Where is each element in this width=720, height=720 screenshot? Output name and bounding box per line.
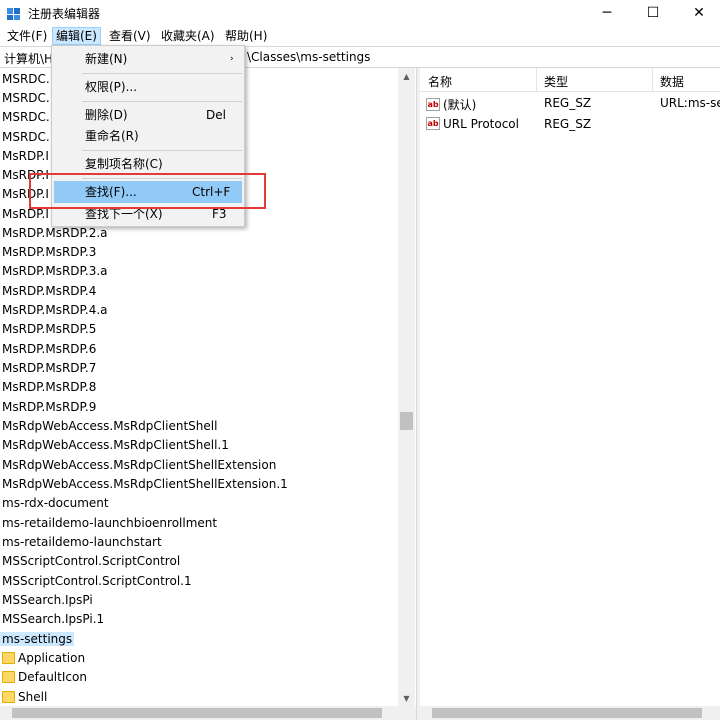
- tree-item[interactable]: MsRDP.MsRDP.7: [0, 359, 98, 378]
- value-name: URL Protocol: [443, 117, 519, 131]
- scroll-up-icon[interactable]: ▲: [398, 68, 415, 85]
- scroll-thumb[interactable]: [12, 708, 382, 718]
- tree-item[interactable]: MSRDC.: [0, 89, 52, 108]
- tree-item[interactable]: MsRdpWebAccess.MsRdpClientShellExtension…: [0, 475, 290, 494]
- string-value-icon: ab: [426, 98, 440, 111]
- value-row[interactable]: ab URL Protocol REG_SZ: [420, 114, 720, 134]
- menu-item-delete[interactable]: 删除(D) Del: [54, 104, 242, 126]
- folder-icon: [2, 651, 15, 664]
- column-name[interactable]: 名称: [428, 73, 452, 90]
- tree-item[interactable]: MsRDP.MsRDP.3.a: [0, 262, 110, 281]
- tree-item[interactable]: MSRDC.: [0, 70, 52, 89]
- submenu-arrow-icon: ›: [230, 54, 234, 64]
- scroll-thumb[interactable]: [432, 708, 702, 718]
- tree-item[interactable]: MsRDP.MsRDP.4: [0, 282, 98, 301]
- menu-edit[interactable]: 编辑(E): [52, 27, 101, 45]
- value-row[interactable]: ab (默认) REG_SZ URL:ms-se: [420, 93, 720, 113]
- tree-item[interactable]: ms-retaildemo-launchstart: [0, 533, 164, 552]
- tree-item[interactable]: MsRDP.MsRDP.5: [0, 320, 98, 339]
- tree-vertical-scrollbar[interactable]: ▲ ▼: [398, 68, 415, 720]
- tree-item[interactable]: ms-retaildemo-launchbioenrollment: [0, 514, 219, 533]
- scroll-down-icon[interactable]: ▼: [398, 690, 415, 707]
- menu-item-new[interactable]: 新建(N) ›: [54, 48, 242, 70]
- menu-favorites[interactable]: 收藏夹(A): [158, 27, 218, 45]
- tree-item[interactable]: MSRDC.: [0, 128, 52, 147]
- string-value-icon: ab: [426, 117, 440, 130]
- menu-separator: [82, 101, 242, 102]
- column-divider[interactable]: [652, 68, 653, 92]
- value-list[interactable]: 名称 类型 数据 ab (默认) REG_SZ URL:ms-se ab URL P…: [420, 68, 720, 720]
- column-type[interactable]: 类型: [544, 73, 568, 90]
- tree-item[interactable]: MsRDP.MsRDP.6: [0, 340, 98, 359]
- tree-child-defaulticon[interactable]: DefaultIcon: [2, 668, 87, 687]
- tree-horizontal-scrollbar[interactable]: [0, 706, 416, 720]
- minimize-button[interactable]: ─: [584, 0, 630, 26]
- tree-child-application[interactable]: Application: [2, 649, 85, 668]
- list-header: 名称 类型 数据: [420, 68, 720, 92]
- menu-item-copy-key-name[interactable]: 复制项名称(C): [54, 153, 242, 175]
- tree-item[interactable]: MSRDC.: [0, 108, 52, 127]
- menu-separator: [82, 73, 242, 74]
- menu-view[interactable]: 查看(V): [106, 27, 154, 45]
- tree-item[interactable]: MSSearch.IpsPi: [0, 591, 95, 610]
- address-path-end: \Classes\ms-settings: [247, 50, 371, 64]
- tree-item[interactable]: ms-rdx-document: [0, 494, 111, 513]
- title-bar: 注册表编辑器 ─ ☐ ✕: [0, 0, 720, 26]
- regedit-icon: [7, 8, 20, 20]
- tree-item[interactable]: MsRdpWebAccess.MsRdpClientShell: [0, 417, 219, 436]
- tree-item[interactable]: MsRDP.MsRDP.9: [0, 398, 98, 417]
- tree-item[interactable]: MsRDP.MsRDP.4.a: [0, 301, 110, 320]
- column-data[interactable]: 数据: [660, 73, 684, 90]
- tree-child-shell[interactable]: Shell: [2, 688, 47, 707]
- menu-file[interactable]: 文件(F): [4, 27, 50, 45]
- address-path-start: 计算机\H: [4, 52, 54, 66]
- tree-item[interactable]: MSScriptControl.ScriptControl.1: [0, 572, 194, 591]
- scroll-thumb[interactable]: [400, 412, 413, 430]
- menu-separator: [82, 150, 242, 151]
- list-horizontal-scrollbar[interactable]: [420, 706, 720, 720]
- tree-item[interactable]: MsRDP.I: [0, 147, 51, 166]
- close-button[interactable]: ✕: [676, 0, 720, 26]
- tree-item[interactable]: MSScriptControl.ScriptControl: [0, 552, 182, 571]
- menu-help[interactable]: 帮助(H): [222, 27, 270, 45]
- tree-item[interactable]: MsRDP.MsRDP.3: [0, 243, 98, 262]
- menu-item-rename[interactable]: 重命名(R): [54, 125, 242, 147]
- value-type: REG_SZ: [544, 117, 592, 131]
- folder-icon: [2, 690, 15, 703]
- menu-item-permissions[interactable]: 权限(P)...: [54, 76, 242, 98]
- tree-item[interactable]: MsRDP.MsRDP.8: [0, 378, 98, 397]
- value-data: URL:ms-se: [660, 96, 720, 110]
- tree-item[interactable]: MsRdpWebAccess.MsRdpClientShell.1: [0, 436, 231, 455]
- column-divider[interactable]: [536, 68, 537, 92]
- tree-item[interactable]: MSSearch.IpsPi.1: [0, 610, 106, 629]
- value-type: REG_SZ: [544, 96, 592, 110]
- tree-item-ms-settings[interactable]: ms-settings: [0, 630, 75, 649]
- window-title: 注册表编辑器: [28, 7, 101, 21]
- tree-item[interactable]: MsRdpWebAccess.MsRdpClientShellExtension: [0, 456, 278, 475]
- highlight-annotation-box: [29, 173, 266, 209]
- menu-bar: 文件(F) 编辑(E) 查看(V) 收藏夹(A) 帮助(H): [0, 26, 720, 46]
- maximize-button[interactable]: ☐: [630, 0, 676, 26]
- folder-icon: [2, 670, 15, 683]
- value-name: (默认): [443, 98, 477, 112]
